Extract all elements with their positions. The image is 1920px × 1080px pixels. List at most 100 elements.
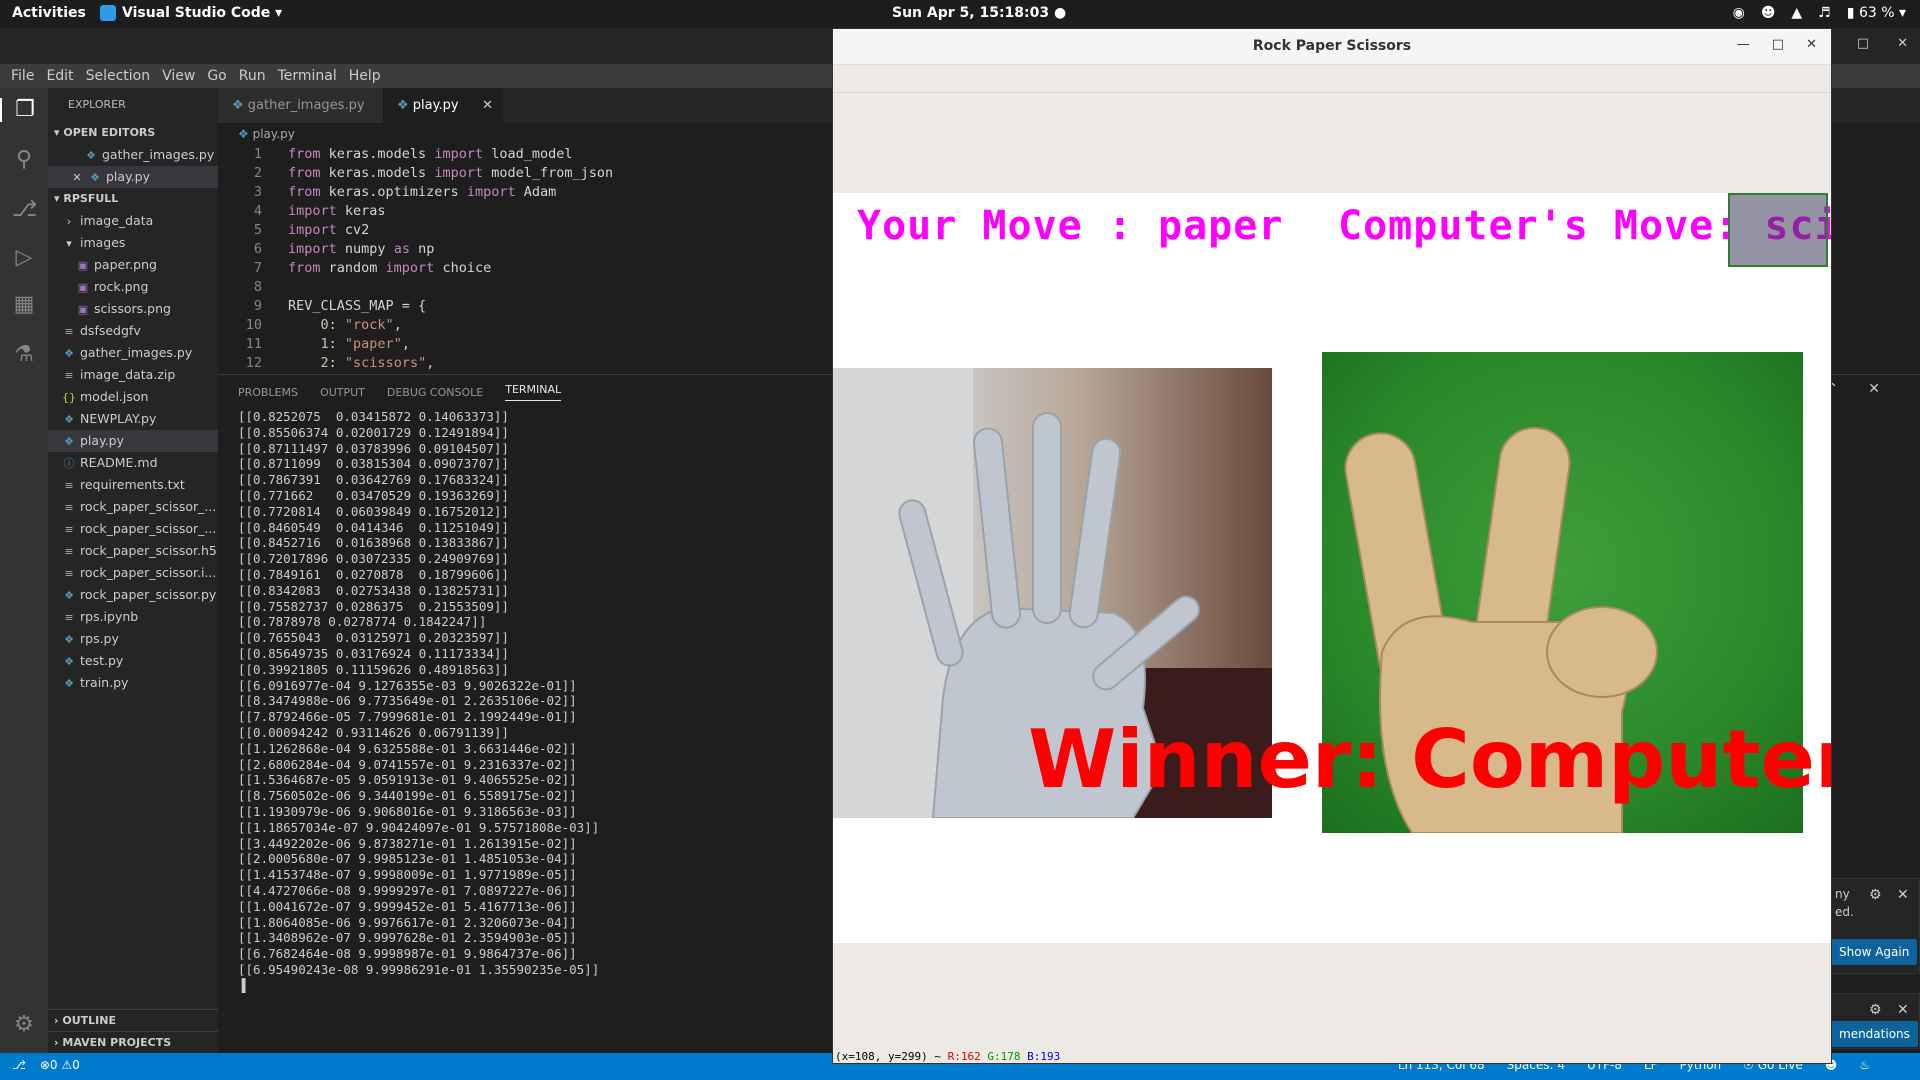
python-file-icon: ❖ <box>86 149 96 162</box>
panel-tab-output[interactable]: OUTPUT <box>320 386 365 399</box>
code-token: 2 <box>320 355 329 370</box>
minimize-icon[interactable]: — <box>1737 37 1750 52</box>
tree-item[interactable]: ≡ rock_paper_scissor.h5 <box>48 540 218 562</box>
volume-icon[interactable]: ♬ <box>1818 5 1831 21</box>
gear-icon[interactable]: ⚙ <box>1869 1002 1882 1018</box>
rps-titlebar[interactable]: Rock Paper Scissors — □ ✕ <box>833 29 1831 65</box>
close-icon[interactable]: ✕ <box>70 167 84 188</box>
menu-terminal[interactable]: Terminal <box>273 68 342 84</box>
outline-header[interactable]: › OUTLINE <box>48 1009 218 1031</box>
terminal-line: [[1.5364687e-05 9.0591913e-01 9.4065525e… <box>238 772 577 788</box>
tree-item[interactable]: › image_data <box>48 210 218 232</box>
extensions-icon[interactable]: ▦ <box>12 293 36 317</box>
terminal-line: [[0.771662 0.03470529 0.19363269]] <box>238 487 509 503</box>
tree-item[interactable]: ≡ rps.ipynb <box>48 606 218 628</box>
code-token: : <box>328 317 345 333</box>
panel-tab-debug-console[interactable]: DEBUG CONSOLE <box>387 386 483 399</box>
maximize-icon[interactable]: □ <box>1772 37 1784 52</box>
search-icon[interactable]: ⚲ <box>12 148 36 172</box>
battery-indicator[interactable]: ▮ 63 % ▾ <box>1847 5 1906 21</box>
problems-indicator[interactable]: ⊗0 ⚠0 <box>40 1058 80 1072</box>
gear-icon[interactable]: ⚙ <box>12 1013 36 1037</box>
terminal-cursor: ▐ <box>238 977 246 993</box>
tree-item[interactable]: ❖ rock_paper_scissor.py <box>48 584 218 606</box>
close-icon[interactable]: ✕ <box>1806 37 1817 52</box>
testing-icon[interactable]: ⚗ <box>12 343 36 367</box>
tree-item[interactable]: ❖ test.py <box>48 650 218 672</box>
wifi-icon[interactable]: ▲ <box>1791 5 1802 21</box>
file-icon: ≡ <box>64 567 74 580</box>
tree-item[interactable]: ❖ gather_images.py <box>48 342 218 364</box>
tree-item[interactable]: ≡ rock_paper_scissor_... <box>48 496 218 518</box>
terminal-line: [[1.18657034e-07 9.90424097e-01 9.575718… <box>238 819 600 835</box>
app-menu[interactable]: Visual Studio Code ▾ <box>100 5 282 21</box>
tree-item[interactable]: ▣ scissors.png <box>48 298 218 320</box>
open-editor-play[interactable]: ✕ ❖ play.py <box>48 166 218 188</box>
tree-item[interactable]: ❖ NEWPLAY.py <box>48 408 218 430</box>
steam-icon[interactable]: ◉ <box>1733 5 1745 21</box>
menu-help[interactable]: Help <box>344 68 386 84</box>
tree-item[interactable]: ≡ dsfsedgfv <box>48 320 218 342</box>
close-icon[interactable]: ✕ <box>482 88 493 123</box>
gear-icon[interactable]: ⚙ <box>1869 887 1882 903</box>
tab-play[interactable]: ❖ play.py ✕ <box>383 88 503 123</box>
system-tray[interactable]: ◉ ☻ ▲ ♬ ▮ 63 % ▾ <box>1733 5 1906 21</box>
file-icon: ≡ <box>64 369 74 382</box>
menu-file[interactable]: File <box>6 68 39 84</box>
tree-item[interactable]: {} model.json <box>48 386 218 408</box>
open-editor-gather[interactable]: ❖ gather_images.py <box>48 144 218 166</box>
menu-view[interactable]: View <box>157 68 200 84</box>
menu-edit[interactable]: Edit <box>41 68 78 84</box>
tree-item[interactable]: ❖ train.py <box>48 672 218 694</box>
terminal-output[interactable]: [[0.8252075 0.03415872 0.14063373]] [[0.8… <box>238 409 599 993</box>
recommendations-button[interactable]: mendations <box>1831 1021 1918 1047</box>
tree-item[interactable]: ≡ rock_paper_scissor_... <box>48 518 218 540</box>
bell-icon[interactable]: ♨ <box>1859 1058 1870 1072</box>
code-token: as <box>393 241 410 257</box>
game-canvas[interactable]: Your Move : paper Computer's Move: sciss… <box>833 193 1831 943</box>
tab-gather-images[interactable]: ❖ gather_images.py <box>218 88 383 123</box>
close-icon[interactable]: ✕ <box>1897 36 1908 51</box>
code-token: from <box>288 165 321 181</box>
terminal-line: [[0.85506374 0.02001729 0.12491894]] <box>238 424 509 440</box>
tree-item[interactable]: ⓘ README.md <box>48 452 218 474</box>
terminal-line: [[0.8460549 0.0414346 0.11251049]] <box>238 519 509 535</box>
project-header[interactable]: ▾ RPSFULL <box>48 188 218 210</box>
tree-item[interactable]: ≡ image_data.zip <box>48 364 218 386</box>
maximize-icon[interactable]: □ <box>1857 36 1869 51</box>
remote-icon[interactable]: ⎇ <box>12 1058 26 1072</box>
tree-item[interactable]: ≡ rock_paper_scissor.i... <box>48 562 218 584</box>
maven-header[interactable]: › MAVEN PROJECTS <box>48 1031 218 1053</box>
menu-run[interactable]: Run <box>234 68 271 84</box>
close-icon[interactable]: ✕ <box>1897 887 1909 903</box>
tree-item[interactable]: ▾ images <box>48 232 218 254</box>
tree-item[interactable]: ▣ paper.png <box>48 254 218 276</box>
menu-go[interactable]: Go <box>202 68 231 84</box>
menu-selection[interactable]: Selection <box>81 68 156 84</box>
show-again-button[interactable]: Show Again <box>1831 939 1918 965</box>
close-icon[interactable]: ✕ <box>1897 1002 1909 1018</box>
activities-button[interactable]: Activities <box>12 5 86 21</box>
code-token: numpy <box>336 241 394 257</box>
run-debug-icon[interactable]: ▷ <box>12 246 36 270</box>
tree-item[interactable]: ❖ rps.py <box>48 628 218 650</box>
tree-item[interactable]: ❖ play.py <box>48 430 218 452</box>
clock[interactable]: Sun Apr 5, 15:18:03 ● <box>892 5 1066 21</box>
selection-box <box>1728 193 1828 267</box>
discord-icon[interactable]: ☻ <box>1761 5 1776 21</box>
breadcrumb[interactable]: ❖ play.py <box>218 123 295 145</box>
code-token: from <box>288 146 321 162</box>
tree-item[interactable]: ▣ rock.png <box>48 276 218 298</box>
screen: Activities Visual Studio Code ▾ Sun Apr … <box>0 0 1920 1080</box>
notification-text: ed. <box>1835 905 1854 919</box>
explorer-icon[interactable]: ❐ <box>0 98 48 122</box>
sidebar-bottom-sections: › OUTLINE › MAVEN PROJECTS <box>48 1009 218 1053</box>
tree-item[interactable]: ≡ requirements.txt <box>48 474 218 496</box>
source-control-icon[interactable]: ⎇ <box>12 198 37 222</box>
panel-tab-terminal[interactable]: TERMINAL <box>505 383 562 401</box>
tree-item-label: rock_paper_scissor.h5 <box>80 543 217 558</box>
panel-tab-problems[interactable]: PROBLEMS <box>238 386 298 399</box>
open-editors-header[interactable]: ▾ OPEN EDITORS <box>48 122 218 144</box>
close-icon[interactable]: ✕ <box>1868 381 1880 397</box>
